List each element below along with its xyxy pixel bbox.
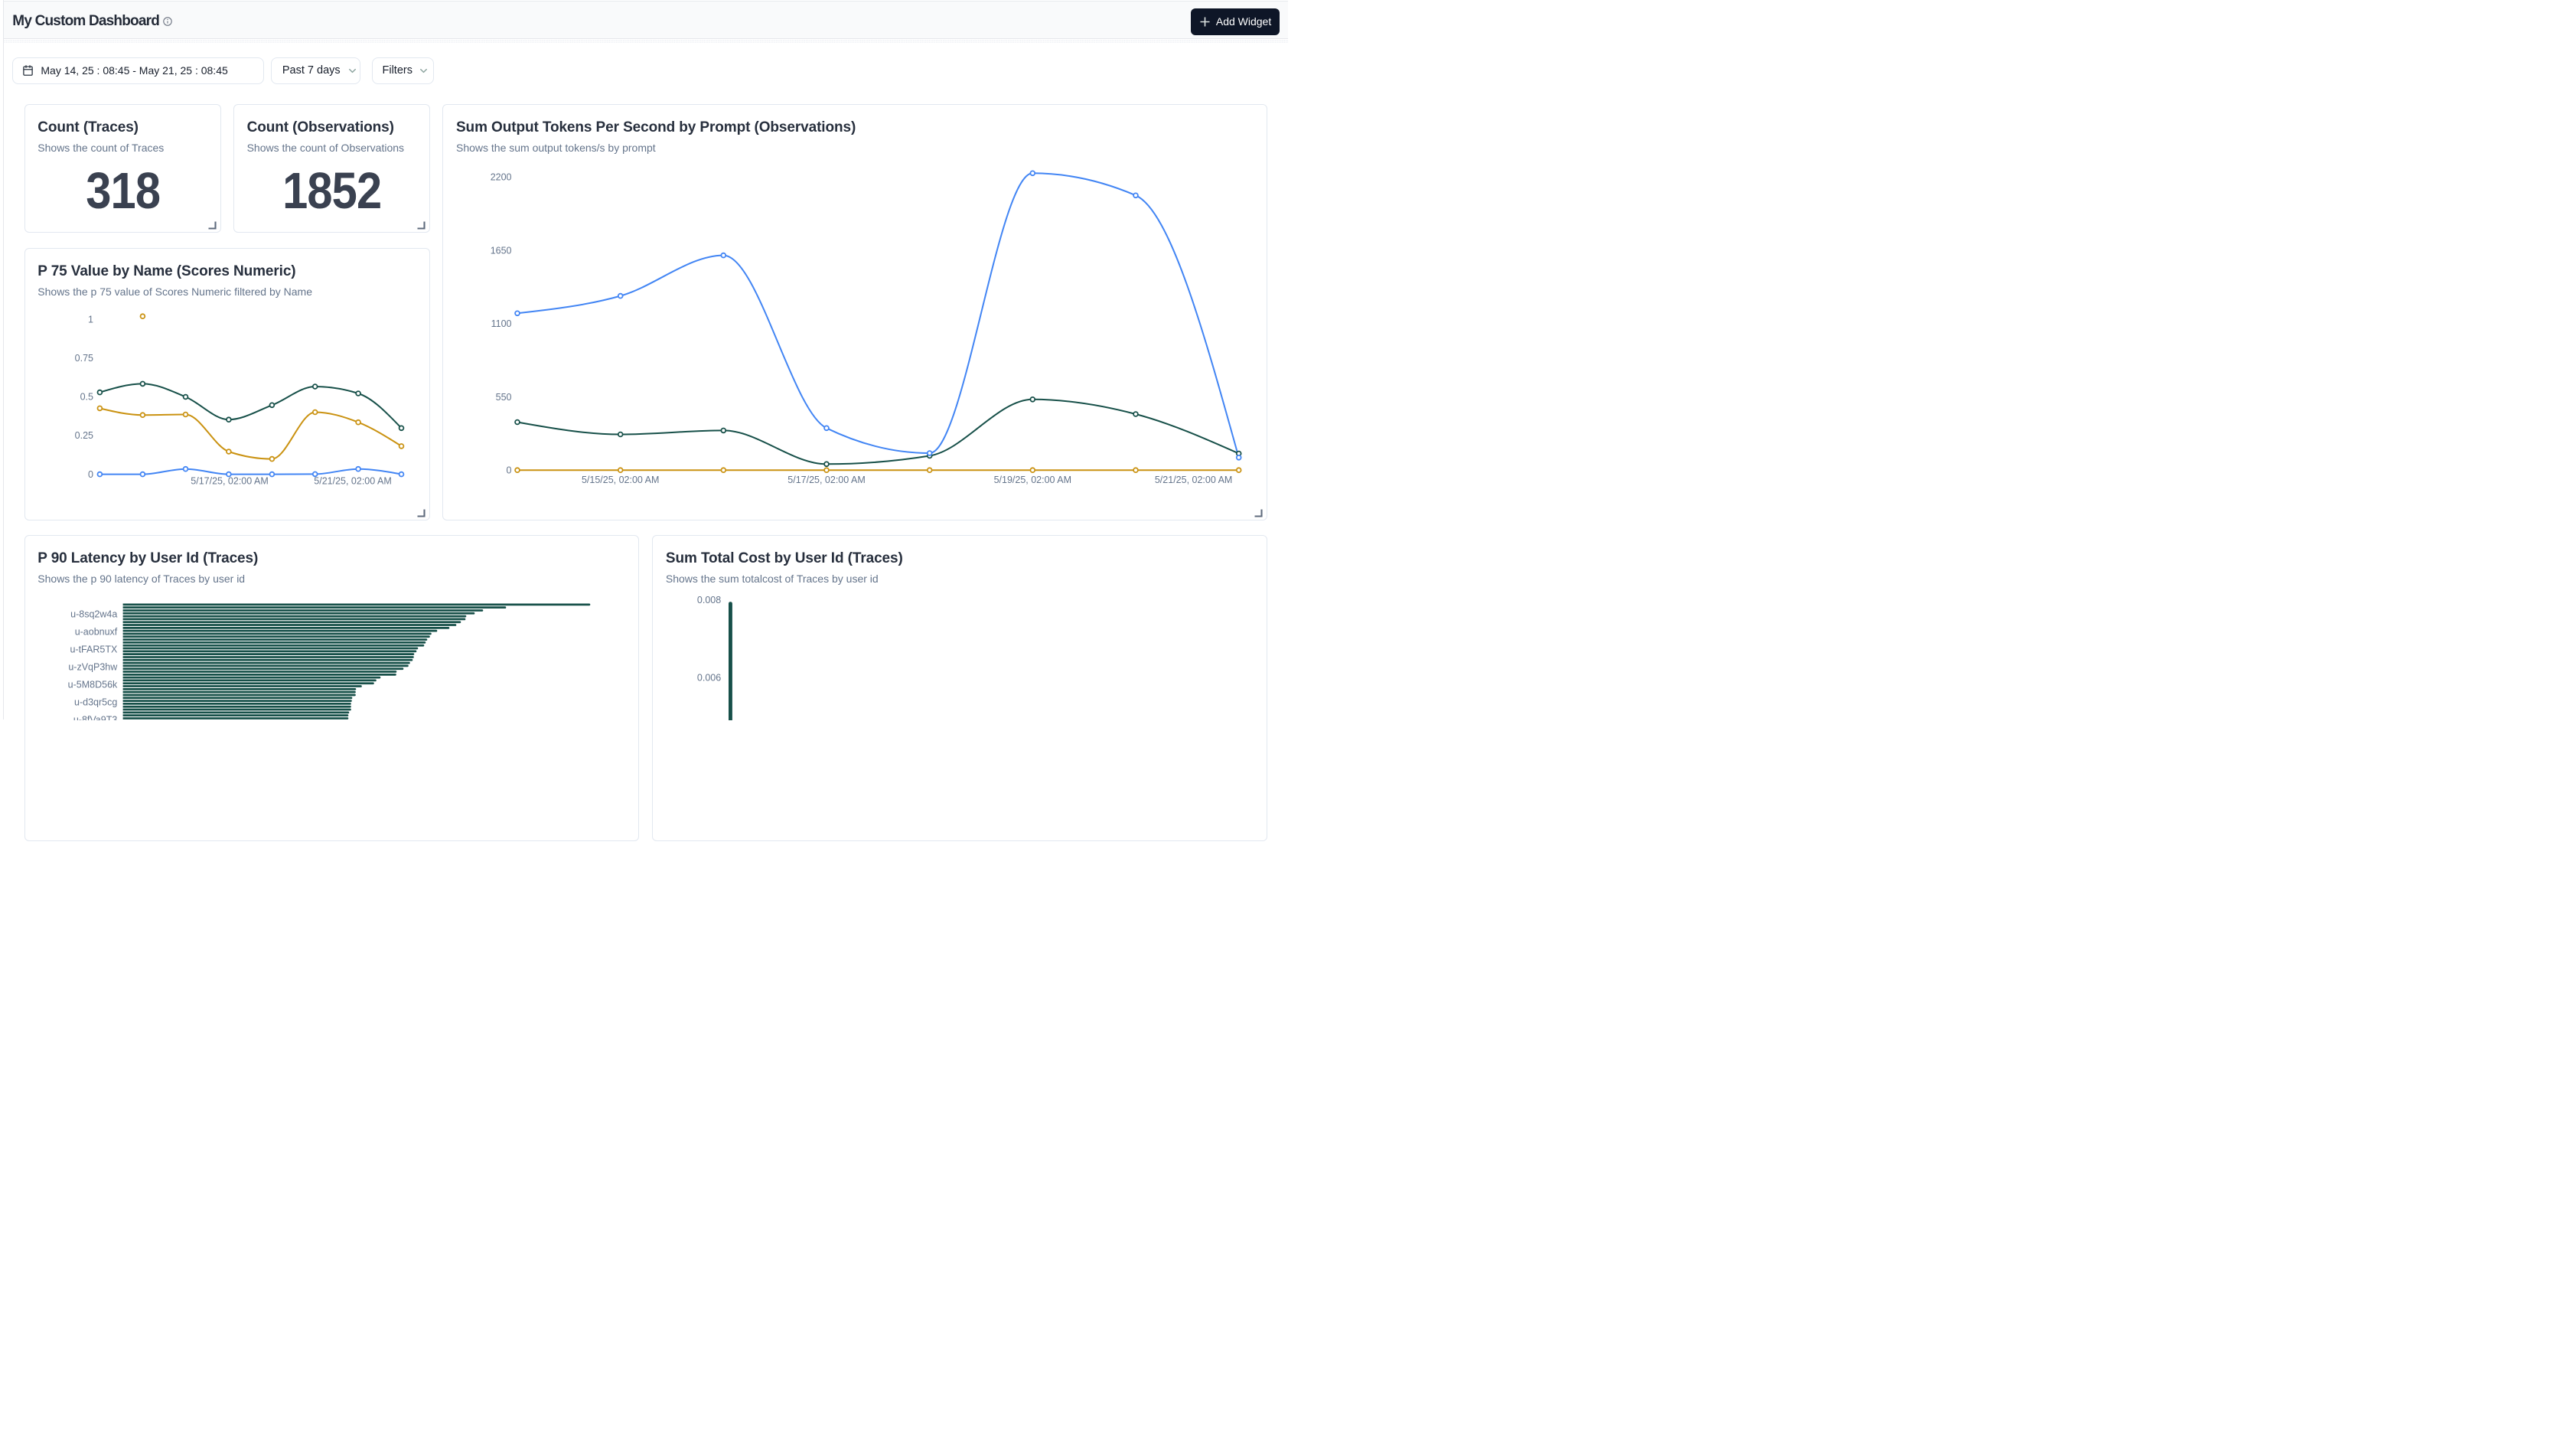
svg-text:0.006: 0.006 [697, 672, 721, 683]
svg-text:5/17/25, 02:00 AM: 5/17/25, 02:00 AM [191, 475, 268, 486]
svg-text:0.75: 0.75 [74, 353, 93, 364]
svg-text:5/15/25, 02:00 AM: 5/15/25, 02:00 AM [582, 475, 659, 485]
svg-text:5/21/25, 02:00 AM: 5/21/25, 02:00 AM [1155, 475, 1232, 485]
svg-text:u-5M8D56k: u-5M8D56k [67, 679, 117, 690]
svg-text:550: 550 [496, 391, 512, 402]
svg-text:1: 1 [88, 314, 93, 325]
svg-text:0.25: 0.25 [74, 430, 93, 441]
svg-text:2200: 2200 [491, 171, 512, 182]
svg-text:5/21/25, 02:00 AM: 5/21/25, 02:00 AM [314, 475, 391, 486]
svg-text:5/17/25, 02:00 AM: 5/17/25, 02:00 AM [788, 475, 866, 485]
svg-text:1100: 1100 [491, 318, 512, 329]
svg-text:u-8fVa9T3: u-8fVa9T3 [73, 714, 117, 720]
svg-text:1650: 1650 [491, 245, 512, 256]
svg-text:0.5: 0.5 [80, 391, 93, 402]
svg-text:u-tFAR5TX: u-tFAR5TX [70, 644, 117, 654]
svg-text:5/19/25, 02:00 AM: 5/19/25, 02:00 AM [994, 475, 1071, 485]
svg-text:u-d3qr5cg: u-d3qr5cg [74, 697, 117, 707]
svg-text:u-aobnuxf: u-aobnuxf [74, 626, 117, 637]
svg-text:0: 0 [507, 465, 512, 475]
svg-text:0.008: 0.008 [697, 595, 721, 605]
svg-text:0: 0 [88, 469, 93, 480]
svg-text:u-zVqP3hw: u-zVqP3hw [68, 661, 118, 672]
svg-text:u-8sq2w4a: u-8sq2w4a [70, 609, 117, 619]
